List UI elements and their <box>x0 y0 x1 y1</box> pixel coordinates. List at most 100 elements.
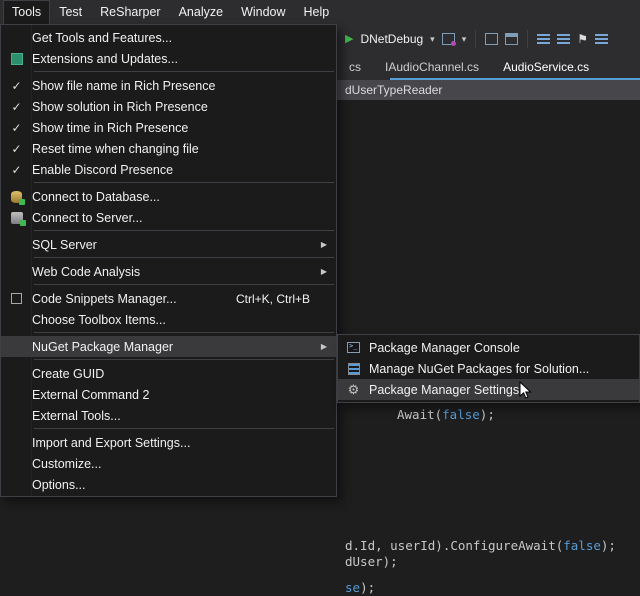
menu-separator <box>34 71 334 72</box>
submenu-arrow-icon: ▶ <box>321 342 336 351</box>
member-dropdown[interactable]: dUserTypeReader <box>345 83 442 97</box>
server-icon <box>11 212 23 224</box>
code-text: false <box>563 538 601 553</box>
menu-gutter <box>1 53 32 65</box>
code-text: d.Id, userId).ConfigureAwait( <box>345 538 563 553</box>
nuget-submenu-item-manage-nuget-packages-for-solution[interactable]: Manage NuGet Packages for Solution... <box>338 358 639 379</box>
code-text: Await( <box>397 407 442 422</box>
menu-item-label: Package Manager Console <box>369 341 520 355</box>
menu-item-label: External Command 2 <box>32 388 149 402</box>
chevron-down-icon[interactable]: ▾ <box>462 34 467 45</box>
menu-separator <box>34 359 334 360</box>
code-text: false <box>442 407 480 422</box>
tools-menu-item-create-guid[interactable]: Create GUID <box>1 363 336 384</box>
menu-item-label: Enable Discord Presence <box>32 163 173 177</box>
menu-separator <box>34 257 334 258</box>
indent-icon[interactable] <box>537 34 550 45</box>
check-icon: ✓ <box>11 143 21 155</box>
outdent-icon[interactable] <box>557 34 570 45</box>
tools-menu-item-show-solution-in-rich-presence[interactable]: ✓Show solution in Rich Presence <box>1 96 336 117</box>
attach-icon[interactable] <box>442 33 455 45</box>
new-window-icon[interactable] <box>505 33 518 45</box>
tab-audioservice-cs[interactable]: AudioService.cs <box>491 54 601 80</box>
tools-menu-item-code-snippets-manager[interactable]: Code Snippets Manager... Ctrl+K, Ctrl+B <box>1 288 336 309</box>
code-line: dUser); <box>345 554 398 570</box>
tools-menu-item-connect-to-database[interactable]: Connect to Database... <box>1 186 336 207</box>
check-icon: ✓ <box>11 101 21 113</box>
tools-menu: Get Tools and Features... Extensions and … <box>0 24 337 497</box>
menu-item-label: Show time in Rich Presence <box>32 121 188 135</box>
submenu-arrow-icon: ▶ <box>321 267 336 276</box>
tools-menu-item-enable-discord-presence[interactable]: ✓ Enable Discord Presence <box>1 159 336 180</box>
menubar: ToolsTestReSharperAnalyzeWindowHelp <box>0 0 640 24</box>
menu-gutter: ✓ <box>1 164 32 176</box>
tools-menu-item-extensions-and-updates[interactable]: Extensions and Updates... <box>1 48 336 69</box>
toolbar: ▶ DNetDebug ▾ ▾ ⚑ <box>337 24 640 54</box>
menu-item-label: Reset time when changing file <box>32 142 199 156</box>
open-file-icon[interactable] <box>485 33 498 45</box>
code-line: Await(false); <box>397 407 495 423</box>
tools-menu-item-web-code-analysis[interactable]: Web Code Analysis ▶ <box>1 261 336 282</box>
tools-menu-item-show-file-name-in-rich-presence[interactable]: ✓Show file name in Rich Presence <box>1 75 336 96</box>
menu-item-label: Create GUID <box>32 367 104 381</box>
tools-menu-item-reset-time-when-changing-file[interactable]: ✓ Reset time when changing file <box>1 138 336 159</box>
menubar-item-window[interactable]: Window <box>232 0 294 24</box>
tools-menu-item-sql-server[interactable]: SQL Server▶ <box>1 234 336 255</box>
console-icon <box>347 342 360 353</box>
menu-item-label: Code Snippets Manager... <box>32 292 177 306</box>
bookmark-icon[interactable]: ⚑ <box>577 33 588 45</box>
menu-separator <box>34 284 334 285</box>
run-configuration-label[interactable]: DNetDebug <box>360 32 423 46</box>
code-text: ); <box>601 538 616 553</box>
tools-menu-item-connect-to-server[interactable]: Connect to Server... <box>1 207 336 228</box>
tools-menu-item-get-tools-and-features[interactable]: Get Tools and Features... <box>1 27 336 48</box>
menubar-item-test[interactable]: Test <box>50 0 91 24</box>
tools-menu-item-external-command-2[interactable]: External Command 2 <box>1 384 336 405</box>
database-icon <box>11 191 22 203</box>
tools-menu-item-options[interactable]: Options... <box>1 474 336 495</box>
menu-item-label: Web Code Analysis <box>32 265 140 279</box>
nuget-submenu-item-package-manager-settings[interactable]: ⚙Package Manager Settings <box>338 379 639 400</box>
bookmark-list-icon[interactable] <box>595 34 608 45</box>
packages-icon <box>348 363 360 375</box>
menubar-item-analyze[interactable]: Analyze <box>170 0 232 24</box>
menu-item-label: Choose Toolbox Items... <box>32 313 166 327</box>
code-line: d.Id, userId).ConfigureAwait(false); <box>345 538 616 554</box>
start-debugging-icon[interactable]: ▶ <box>345 34 353 45</box>
tools-menu-item-choose-toolbox-items[interactable]: Choose Toolbox Items... <box>1 309 336 330</box>
menu-gutter: ✓ <box>1 143 32 155</box>
menu-item-label: Package Manager Settings <box>369 383 519 397</box>
menu-gutter <box>1 191 32 203</box>
code-text: dUser); <box>345 554 398 569</box>
menubar-item-resharper[interactable]: ReSharper <box>91 0 169 24</box>
toolbar-separator <box>527 30 528 48</box>
menu-separator <box>34 428 334 429</box>
code-text: ); <box>480 407 495 422</box>
menu-item-label: Options... <box>32 478 86 492</box>
nuget-submenu: Package Manager Console Manage NuGet Pack… <box>337 334 640 403</box>
tab-strip: csIAudioChannel.csAudioService.cs <box>337 54 640 80</box>
tab-cs[interactable]: cs <box>337 54 373 80</box>
tools-menu-item-show-time-in-rich-presence[interactable]: ✓Show time in Rich Presence <box>1 117 336 138</box>
tools-menu-item-import-and-export-settings[interactable]: Import and Export Settings... <box>1 432 336 453</box>
tab-iaudiochannel-cs[interactable]: IAudioChannel.cs <box>373 54 491 80</box>
menu-item-label: Show file name in Rich Presence <box>32 79 215 93</box>
menu-item-label: Get Tools and Features... <box>32 31 172 45</box>
menubar-item-tools[interactable]: Tools <box>3 0 50 24</box>
tools-menu-item-external-tools[interactable]: External Tools... <box>1 405 336 426</box>
check-icon: ✓ <box>11 164 21 176</box>
menu-separator <box>34 182 334 183</box>
code-text: se <box>345 580 360 595</box>
chevron-down-icon[interactable]: ▾ <box>430 34 435 45</box>
submenu-arrow-icon: ▶ <box>321 240 336 249</box>
menu-item-label: Extensions and Updates... <box>32 52 178 66</box>
nuget-submenu-item-package-manager-console[interactable]: Package Manager Console <box>338 337 639 358</box>
menu-gutter: ⚙ <box>338 384 369 396</box>
menu-item-label: Connect to Server... <box>32 211 142 225</box>
menu-gutter <box>1 293 32 304</box>
tools-menu-item-customize[interactable]: Customize... <box>1 453 336 474</box>
menu-item-shortcut: Ctrl+K, Ctrl+B <box>236 292 336 306</box>
menubar-item-help[interactable]: Help <box>295 0 339 24</box>
menu-item-label: Customize... <box>32 457 101 471</box>
tools-menu-item-nuget-package-manager[interactable]: NuGet Package Manager▶ <box>1 336 336 357</box>
